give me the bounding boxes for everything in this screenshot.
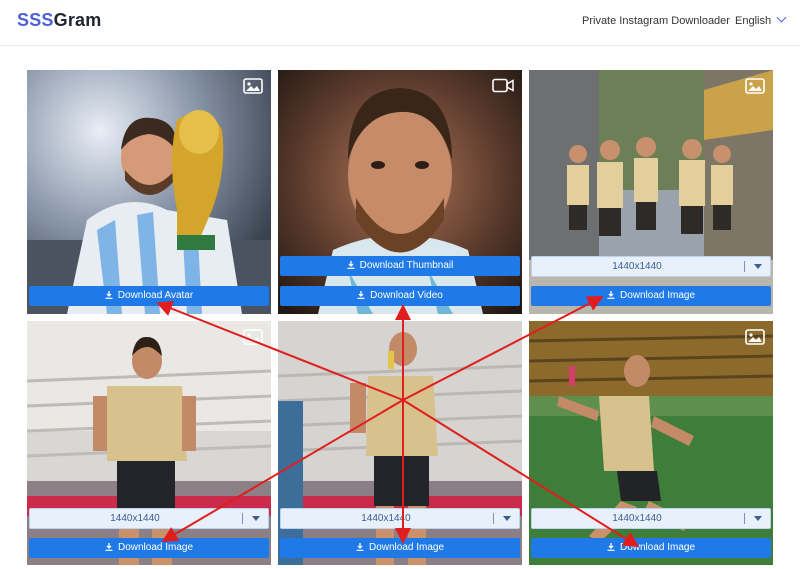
download-icon	[607, 291, 615, 299]
download-video-label: Download Video	[370, 290, 443, 301]
chevron-down-icon	[776, 12, 787, 23]
logo-text-sss: SSS	[17, 10, 54, 30]
language-selector[interactable]: English	[735, 12, 787, 27]
download-image-button[interactable]: Download Image	[29, 538, 269, 558]
download-image-label: Download Image	[368, 542, 445, 553]
download-image-label: Download Image	[619, 290, 696, 301]
media-card-image-2: 1440x1440 Download Image	[27, 321, 271, 565]
download-icon	[356, 543, 364, 551]
resolution-value: 1440x1440	[612, 513, 662, 524]
resolution-select[interactable]: 1440x1440	[531, 256, 771, 277]
download-video-button[interactable]: Download Video	[280, 286, 520, 306]
download-image-button[interactable]: Download Image	[280, 538, 520, 558]
media-card-avatar: Download Avatar	[27, 70, 271, 314]
video-icon	[492, 78, 514, 98]
photo-avatar	[27, 70, 271, 314]
photo-video	[278, 70, 522, 314]
logo-text-gram: Gram	[53, 10, 102, 30]
caret-down-icon	[252, 516, 260, 521]
resolution-value: 1440x1440	[361, 513, 411, 524]
resolution-value: 1440x1440	[110, 513, 160, 524]
site-header: SSSGram Private Instagram Downloader Eng…	[0, 0, 800, 46]
image-icon	[243, 329, 263, 350]
image-icon	[745, 329, 765, 350]
download-thumbnail-button[interactable]: Download Thumbnail	[280, 256, 520, 276]
media-card-video: Download Thumbnail Download Video	[278, 70, 522, 314]
download-image-button[interactable]: Download Image	[531, 538, 771, 558]
download-image-label: Download Image	[619, 542, 696, 553]
caret-down-icon	[754, 516, 762, 521]
download-icon	[105, 291, 113, 299]
download-avatar-button[interactable]: Download Avatar	[29, 286, 269, 306]
nav-private-downloader-link[interactable]: Private Instagram Downloader	[582, 15, 730, 27]
media-card-image-4: 1440x1440 Download Image	[529, 321, 773, 565]
download-icon	[105, 543, 113, 551]
resolution-value: 1440x1440	[612, 261, 662, 272]
photo-team-walking	[529, 70, 773, 314]
download-thumbnail-label: Download Thumbnail	[359, 260, 454, 271]
download-avatar-label: Download Avatar	[117, 290, 194, 301]
resolution-select[interactable]: 1440x1440	[531, 508, 771, 529]
image-icon	[745, 78, 765, 99]
caret-down-icon	[754, 264, 762, 269]
download-image-label: Download Image	[117, 542, 194, 553]
media-card-image-3: 1440x1440 Download Image	[278, 321, 522, 565]
resolution-select[interactable]: 1440x1440	[29, 508, 269, 529]
resolution-select[interactable]: 1440x1440	[280, 508, 520, 529]
site-logo[interactable]: SSSGram	[17, 10, 101, 31]
download-icon	[607, 543, 615, 551]
image-icon	[243, 78, 263, 99]
download-icon	[357, 291, 365, 299]
caret-down-icon	[503, 516, 511, 521]
language-label: English	[735, 15, 772, 27]
media-card-image-1: 1440x1440 Download Image	[529, 70, 773, 314]
download-icon	[347, 261, 355, 269]
download-image-button[interactable]: Download Image	[531, 286, 771, 306]
